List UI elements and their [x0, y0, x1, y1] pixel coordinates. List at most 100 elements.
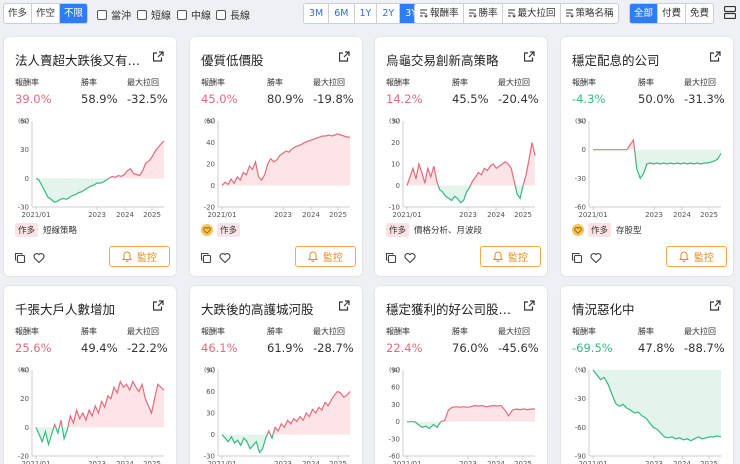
term-short-checkbox[interactable]: 短線	[137, 7, 171, 22]
x-tick-label: 2024	[673, 460, 691, 464]
y-tick-label: 60	[20, 118, 29, 126]
external-link-icon[interactable]	[339, 300, 350, 311]
layout-toggle-icon[interactable]	[724, 6, 736, 19]
filter-long[interactable]: 作多	[4, 4, 33, 23]
strategy-title[interactable]: 大跌後的高護城河股	[201, 299, 333, 318]
gain-area	[407, 142, 535, 186]
strategy-title[interactable]: 優質低價股	[201, 50, 333, 69]
equity-chart: (%)60300-302021/01 2023 2024 2025	[18, 117, 165, 219]
external-link-icon[interactable]	[524, 51, 535, 62]
monitor-button[interactable]: 監控	[666, 246, 727, 267]
y-tick-label: -30	[575, 395, 586, 403]
x-tick-label: 2023	[459, 460, 477, 464]
term-daytrade-checkbox[interactable]: 當沖	[97, 7, 131, 22]
favorite-heart-icon[interactable]	[219, 249, 231, 268]
strategy-card[interactable]: 穩定獲利的好公司股價… 報酬率 勝率 最大拉回 22.4% 76.0% -45.…	[375, 286, 547, 464]
monitor-button[interactable]: 監控	[480, 246, 541, 267]
monitor-button[interactable]: 監控	[109, 246, 170, 267]
direction-badge: 作多	[386, 223, 410, 237]
copy-icon[interactable]	[385, 249, 397, 268]
external-link-icon[interactable]	[710, 300, 721, 311]
external-link-icon[interactable]	[153, 300, 164, 311]
winrate-label: 勝率	[267, 327, 283, 336]
period-2y[interactable]: 2Y	[377, 4, 401, 23]
x-tick-label: 2021/01	[392, 460, 421, 464]
x-tick-label: 2025	[514, 211, 532, 219]
return-label: 報酬率	[15, 327, 39, 336]
winrate-label: 勝率	[452, 78, 468, 87]
sort-winrate-button[interactable]: 勝率	[464, 4, 503, 23]
direction-badge: 作多	[15, 223, 39, 237]
winrate-value: 80.9%	[267, 92, 304, 106]
y-tick-label: -30	[575, 175, 586, 183]
term-long-checkbox[interactable]: 長線	[216, 7, 250, 22]
period-6m[interactable]: 6M	[329, 4, 355, 23]
favorite-heart-icon[interactable]	[404, 249, 416, 268]
pricing-all[interactable]: 全部	[630, 4, 659, 23]
period-3m[interactable]: 3M	[304, 4, 330, 23]
x-tick-label: 2024	[302, 211, 320, 219]
winrate-label: 勝率	[638, 327, 654, 336]
y-tick-label: 30	[391, 401, 400, 409]
copy-icon[interactable]	[200, 249, 212, 268]
strategy-card[interactable]: 法人賣超大跌後又有法… 報酬率 勝率 最大拉回 39.0% 58.9% -32.…	[4, 37, 176, 276]
bell-icon	[679, 251, 689, 262]
winrate-value: 61.9%	[267, 341, 304, 355]
external-link-icon[interactable]	[153, 51, 164, 62]
strategy-card[interactable]: 大跌後的高護城河股 報酬率 勝率 最大拉回 46.1% 61.9% -28.7%…	[190, 286, 362, 464]
drawdown-label: 最大拉回	[498, 78, 530, 87]
external-link-icon[interactable]	[710, 51, 721, 62]
copy-icon[interactable]	[571, 249, 583, 268]
strategy-card[interactable]: 優質低價股 報酬率 勝率 最大拉回 45.0% 80.9% -19.8% (%)…	[190, 37, 362, 276]
y-tick-label: 60	[391, 384, 400, 392]
equity-chart: (%)40200-202021/01 2023 2024 2025	[18, 366, 165, 464]
winrate-label: 勝率	[267, 78, 283, 87]
pricing-free[interactable]: 免費	[686, 4, 713, 23]
strategy-title[interactable]: 穩定配息的公司	[572, 50, 704, 69]
direction-badge: 作多	[217, 223, 241, 237]
x-tick-label: 2023	[274, 211, 292, 219]
sort-return-button[interactable]: 報酬率	[415, 4, 464, 23]
filter-short[interactable]: 作空	[32, 4, 61, 23]
monitor-button[interactable]: 監控	[295, 246, 356, 267]
y-tick-label: 40	[206, 139, 215, 147]
strategy-card[interactable]: 穩定配息的公司 報酬率 勝率 最大拉回 -4.3% 50.0% -31.3% (…	[561, 37, 733, 276]
strategy-title[interactable]: 烏龜交易創新高策略	[386, 50, 518, 69]
period-1y[interactable]: 1Y	[355, 4, 378, 23]
copy-icon[interactable]	[14, 249, 26, 268]
return-label: 報酬率	[201, 78, 225, 87]
x-tick-label: 2024	[116, 460, 134, 464]
external-link-icon[interactable]	[524, 300, 535, 311]
strategy-title[interactable]: 穩定獲利的好公司股價…	[386, 299, 518, 318]
y-tick-label: 0	[25, 175, 29, 183]
filter-any[interactable]: 不限	[60, 4, 88, 23]
return-value: 25.6%	[15, 341, 52, 355]
strategy-title[interactable]: 千張大戶人數增加	[15, 299, 147, 318]
y-tick-label: -30	[389, 435, 400, 443]
term-mid-checkbox[interactable]: 中線	[177, 7, 211, 22]
strategy-card[interactable]: 烏龜交易創新高策略 報酬率 勝率 最大拉回 14.2% 45.5% -20.4%…	[375, 37, 547, 276]
monitor-label: 監控	[508, 253, 528, 264]
drawdown-label: 最大拉回	[127, 327, 159, 336]
winrate-value: 58.9%	[81, 92, 118, 106]
pricing-paid[interactable]: 付費	[658, 4, 687, 23]
y-tick-label: 30	[206, 410, 215, 418]
sort-drawdown-button[interactable]: 最大拉回	[503, 4, 561, 23]
favorite-heart-icon[interactable]	[33, 249, 45, 268]
drawdown-label: 最大拉回	[127, 78, 159, 87]
x-tick-label: 2023	[645, 211, 663, 219]
winrate-value: 45.5%	[452, 92, 489, 106]
strategy-card[interactable]: 情況惡化中 報酬率 勝率 最大拉回 -69.5% 47.8% -88.7% (%…	[561, 286, 733, 464]
favorite-heart-icon[interactable]	[590, 249, 602, 268]
strategy-card[interactable]: 千張大戶人數增加 報酬率 勝率 最大拉回 25.6% 49.4% -22.2% …	[4, 286, 176, 464]
equity-chart: (%)6040200-202021/01 2023 2024 2025	[204, 117, 350, 219]
drawdown-label: 最大拉回	[313, 327, 345, 336]
drawdown-value: -88.7%	[684, 341, 725, 355]
y-tick-label: 30	[391, 118, 400, 126]
drawdown-value: -45.6%	[498, 341, 539, 355]
return-label: 報酬率	[572, 327, 596, 336]
sort-name-button[interactable]: 策略名稱	[561, 4, 618, 23]
strategy-title[interactable]: 法人賣超大跌後又有法…	[15, 50, 147, 69]
external-link-icon[interactable]	[339, 51, 350, 62]
strategy-title[interactable]: 情況惡化中	[572, 299, 704, 318]
